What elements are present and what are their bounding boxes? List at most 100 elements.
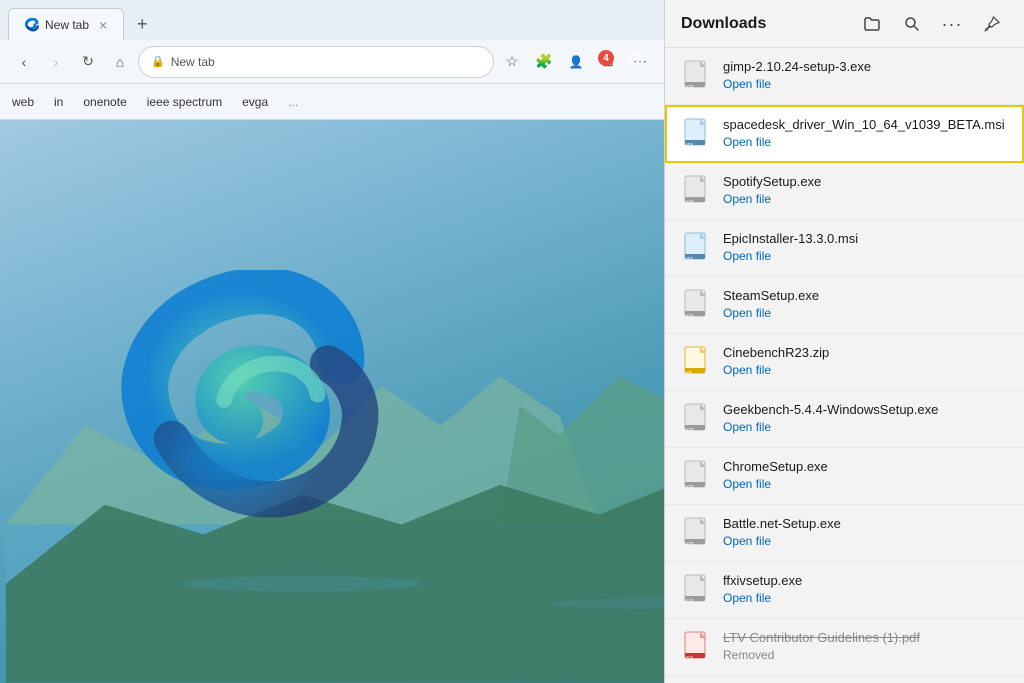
download-action[interactable]: Open file (723, 305, 1008, 322)
search-downloads-btn[interactable] (896, 8, 928, 40)
collections-btn[interactable]: ☆ (498, 48, 526, 76)
active-tab[interactable]: New tab × (8, 8, 124, 40)
download-info: CinebenchR23.zip Open file (723, 344, 1008, 379)
file-icon-container: MSI (681, 116, 713, 152)
svg-text:EXE: EXE (686, 427, 694, 432)
fav-more[interactable]: ... (288, 95, 298, 109)
more-options-btn[interactable]: ··· (936, 8, 968, 40)
msi-icon: MSI (683, 232, 711, 264)
pin-icon (984, 16, 1000, 32)
svg-text:EXE: EXE (686, 199, 694, 204)
download-item[interactable]: EXE Geekbench-5.4.4-WindowsSetup.exe Ope… (665, 391, 1024, 448)
fav-ieee[interactable]: ieee spectrum (147, 95, 222, 109)
download-filename: ChromeSetup.exe (723, 458, 1008, 476)
download-info: Geekbench-5.4.4-WindowsSetup.exe Open fi… (723, 401, 1008, 436)
download-action[interactable]: Open file (723, 419, 1008, 436)
download-action[interactable]: Open file (723, 76, 1008, 93)
browser-settings-icon[interactable]: ⚙ (618, 42, 652, 76)
exe-icon: EXE (683, 460, 711, 492)
browser-chrome: New tab × + ‹ › ↻ ⌂ 🔒 New tab ☆ 🧩 👤 ⊞ ⋯ … (0, 0, 664, 130)
download-item[interactable]: MSI EpicInstaller-13.3.0.msi Open file (665, 220, 1024, 277)
file-icon-container: EXE (681, 401, 713, 437)
downloads-list[interactable]: EXE gimp-2.10.24-setup-3.exe Open file M… (665, 48, 1024, 683)
exe-icon: EXE (683, 403, 711, 435)
download-item[interactable]: PDF LTV Contributor Guidelines.pdf Remov… (665, 676, 1024, 683)
download-item[interactable]: ZIP CinebenchR23.zip Open file (665, 334, 1024, 391)
home-btn[interactable]: ⌂ (106, 48, 134, 76)
download-item-highlighted[interactable]: MSI spacedesk_driver_Win_10_64_v1039_BET… (665, 105, 1024, 163)
download-info: LTV Contributor Guidelines (1).pdf Remov… (723, 629, 1008, 664)
download-action[interactable]: Open file (723, 476, 1008, 493)
download-removed-status: Removed (723, 647, 1008, 664)
file-icon-container: EXE (681, 458, 713, 494)
download-info: ChromeSetup.exe Open file (723, 458, 1008, 493)
download-info: Battle.net-Setup.exe Open file (723, 515, 1008, 550)
pin-btn[interactable] (976, 8, 1008, 40)
exe-icon: EXE (683, 60, 711, 92)
file-icon-container: EXE (681, 173, 713, 209)
download-item[interactable]: PDF LTV Contributor Guidelines (1).pdf R… (665, 619, 1024, 676)
download-action[interactable]: Open file (723, 362, 1008, 379)
refresh-btn[interactable]: ↻ (74, 48, 102, 76)
download-action[interactable]: Open file (723, 590, 1008, 607)
download-filename: ffxivsetup.exe (723, 572, 1008, 590)
download-info: EpicInstaller-13.3.0.msi Open file (723, 230, 1008, 265)
download-item[interactable]: EXE Battle.net-Setup.exe Open file (665, 505, 1024, 562)
tab-label: New tab (45, 18, 89, 32)
svg-text:PDF: PDF (686, 656, 693, 660)
download-filename: SpotifySetup.exe (723, 173, 1008, 191)
profile-btn[interactable]: 👤 (562, 48, 590, 76)
download-info: SteamSetup.exe Open file (723, 287, 1008, 322)
download-action[interactable]: Open file (723, 533, 1008, 550)
file-icon-container: EXE (681, 515, 713, 551)
forward-btn[interactable]: › (42, 48, 70, 76)
file-icon-container: MSI (681, 230, 713, 266)
download-action[interactable]: Open file (723, 134, 1008, 151)
exe-icon: EXE (683, 517, 711, 549)
download-info: gimp-2.10.24-setup-3.exe Open file (723, 58, 1008, 93)
download-item[interactable]: EXE SteamSetup.exe Open file (665, 277, 1024, 334)
downloads-title: Downloads (681, 15, 848, 33)
download-action[interactable]: Open file (723, 191, 1008, 208)
download-filename: Battle.net-Setup.exe (723, 515, 1008, 533)
download-info: spacedesk_driver_Win_10_64_v1039_BETA.ms… (723, 116, 1008, 151)
download-filename: Geekbench-5.4.4-WindowsSetup.exe (723, 401, 1008, 419)
download-filename: SteamSetup.exe (723, 287, 1008, 305)
more-dots-icon: ··· (942, 15, 963, 33)
fav-web[interactable]: web (12, 95, 34, 109)
fav-evga[interactable]: evga (242, 95, 268, 109)
favorites-bar: web in onenote ieee spectrum evga ... (0, 84, 664, 120)
download-filename: CinebenchR23.zip (723, 344, 1008, 362)
download-item[interactable]: EXE ffxivsetup.exe Open file (665, 562, 1024, 619)
downloads-header: Downloads ··· (665, 0, 1024, 48)
svg-text:EXE: EXE (686, 598, 694, 603)
address-secure-icon: 🔒 (151, 55, 165, 68)
download-info: SpotifySetup.exe Open file (723, 173, 1008, 208)
pdf-icon: PDF (683, 631, 711, 663)
tab-favicon (25, 18, 39, 32)
fav-onenote[interactable]: onenote (83, 95, 126, 109)
address-text: New tab (171, 55, 215, 69)
download-item[interactable]: EXE SpotifySetup.exe Open file (665, 163, 1024, 220)
search-icon (904, 16, 920, 32)
tab-bar: New tab × + (0, 0, 664, 40)
download-filename: LTV Contributor Guidelines (1).pdf (723, 629, 1008, 647)
back-btn[interactable]: ‹ (10, 48, 38, 76)
zip-icon: ZIP (683, 346, 711, 378)
download-action[interactable]: Open file (723, 248, 1008, 265)
extensions-btn[interactable]: 🧩 (530, 48, 558, 76)
address-bar[interactable]: 🔒 New tab (138, 46, 494, 78)
tab-close-btn[interactable]: × (99, 17, 107, 33)
open-folder-btn[interactable] (856, 8, 888, 40)
download-item[interactable]: EXE ChromeSetup.exe Open file (665, 448, 1024, 505)
download-info: ffxivsetup.exe Open file (723, 572, 1008, 607)
fav-in[interactable]: in (54, 95, 63, 109)
svg-text:MSI: MSI (686, 142, 693, 147)
svg-text:EXE: EXE (686, 313, 694, 318)
msi-icon: MSI (683, 118, 711, 150)
svg-text:ZIP: ZIP (686, 370, 693, 375)
exe-icon: EXE (683, 289, 711, 321)
download-item[interactable]: EXE gimp-2.10.24-setup-3.exe Open file (665, 48, 1024, 105)
new-tab-btn[interactable]: + (128, 10, 156, 38)
svg-text:MSI: MSI (686, 256, 693, 261)
